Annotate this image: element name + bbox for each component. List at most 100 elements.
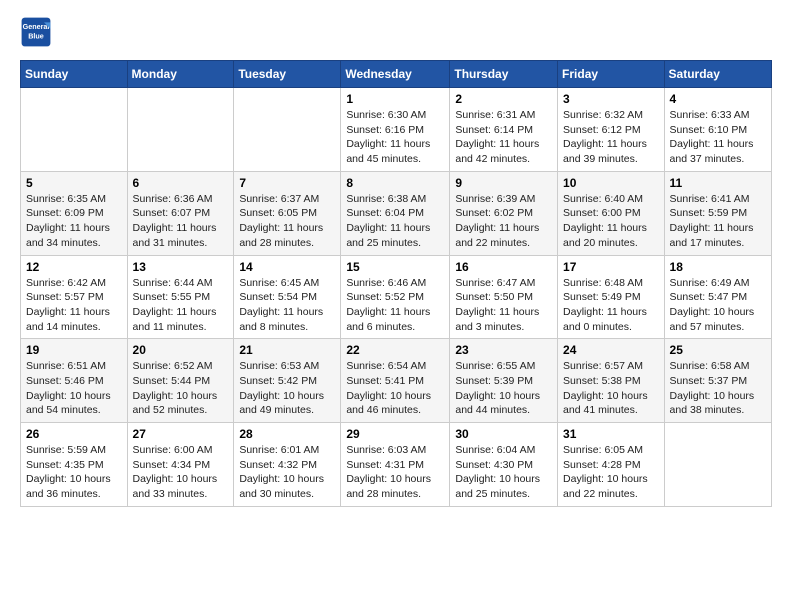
calendar-cell: 8 Sunrise: 6:38 AM Sunset: 6:04 PM Daylig… — [341, 171, 450, 255]
day-number: 27 — [133, 427, 229, 441]
logo-icon: General Blue — [20, 16, 52, 48]
day-number: 3 — [563, 92, 659, 106]
calendar-cell — [127, 88, 234, 172]
calendar-cell — [664, 423, 771, 507]
day-number: 5 — [26, 176, 122, 190]
day-number: 28 — [239, 427, 335, 441]
day-number: 21 — [239, 343, 335, 357]
day-number: 22 — [346, 343, 444, 357]
calendar-cell: 2Sunrise: 6:31 AM Sunset: 6:14 PM Daylig… — [450, 88, 558, 172]
day-info: Sunrise: 6:03 AM Sunset: 4:31 PM Dayligh… — [346, 443, 444, 502]
calendar-cell: 11 Sunrise: 6:41 AM Sunset: 5:59 PM Dayli… — [664, 171, 771, 255]
day-info: Sunrise: 6:05 AM Sunset: 4:28 PM Dayligh… — [563, 443, 659, 502]
calendar-cell: 7 Sunrise: 6:37 AM Sunset: 6:05 PM Daylig… — [234, 171, 341, 255]
day-info: Sunrise: 6:32 AM Sunset: 6:12 PM Dayligh… — [563, 108, 659, 167]
day-number: 30 — [455, 427, 552, 441]
day-number: 20 — [133, 343, 229, 357]
day-number: 31 — [563, 427, 659, 441]
day-info: Sunrise: 6:55 AM Sunset: 5:39 PM Dayligh… — [455, 359, 552, 418]
day-number: 23 — [455, 343, 552, 357]
week-row-4: 19 Sunrise: 6:51 AM Sunset: 5:46 PM Dayli… — [21, 339, 772, 423]
calendar-cell — [234, 88, 341, 172]
day-number: 7 — [239, 176, 335, 190]
calendar-cell: 13 Sunrise: 6:44 AM Sunset: 5:55 PM Dayli… — [127, 255, 234, 339]
day-number: 15 — [346, 260, 444, 274]
day-info: Sunrise: 6:46 AM Sunset: 5:52 PM Dayligh… — [346, 276, 444, 335]
day-number: 2 — [455, 92, 552, 106]
week-row-5: 26Sunrise: 5:59 AM Sunset: 4:35 PM Dayli… — [21, 423, 772, 507]
calendar-cell: 26Sunrise: 5:59 AM Sunset: 4:35 PM Dayli… — [21, 423, 128, 507]
weekday-header-tuesday: Tuesday — [234, 61, 341, 88]
day-info: Sunrise: 6:37 AM Sunset: 6:05 PM Dayligh… — [239, 192, 335, 251]
day-info: Sunrise: 6:44 AM Sunset: 5:55 PM Dayligh… — [133, 276, 229, 335]
calendar-cell: 4 Sunrise: 6:33 AM Sunset: 6:10 PM Daylig… — [664, 88, 771, 172]
calendar-cell: 22 Sunrise: 6:54 AM Sunset: 5:41 PM Dayli… — [341, 339, 450, 423]
day-number: 18 — [670, 260, 766, 274]
calendar-cell: 18 Sunrise: 6:49 AM Sunset: 5:47 PM Dayli… — [664, 255, 771, 339]
day-number: 9 — [455, 176, 552, 190]
calendar-cell: 27Sunrise: 6:00 AM Sunset: 4:34 PM Dayli… — [127, 423, 234, 507]
day-number: 4 — [670, 92, 766, 106]
day-number: 19 — [26, 343, 122, 357]
day-info: Sunrise: 6:41 AM Sunset: 5:59 PM Dayligh… — [670, 192, 766, 251]
weekday-header-monday: Monday — [127, 61, 234, 88]
day-number: 14 — [239, 260, 335, 274]
day-info: Sunrise: 6:49 AM Sunset: 5:47 PM Dayligh… — [670, 276, 766, 335]
weekday-header-row: SundayMondayTuesdayWednesdayThursdayFrid… — [21, 61, 772, 88]
calendar-cell: 23 Sunrise: 6:55 AM Sunset: 5:39 PM Dayli… — [450, 339, 558, 423]
day-info: Sunrise: 6:47 AM Sunset: 5:50 PM Dayligh… — [455, 276, 552, 335]
header: General Blue — [20, 16, 772, 48]
day-info: Sunrise: 6:42 AM Sunset: 5:57 PM Dayligh… — [26, 276, 122, 335]
day-number: 10 — [563, 176, 659, 190]
day-number: 6 — [133, 176, 229, 190]
calendar-cell: 19 Sunrise: 6:51 AM Sunset: 5:46 PM Dayli… — [21, 339, 128, 423]
weekday-header-thursday: Thursday — [450, 61, 558, 88]
calendar-cell: 9 Sunrise: 6:39 AM Sunset: 6:02 PM Daylig… — [450, 171, 558, 255]
calendar-cell: 5 Sunrise: 6:35 AM Sunset: 6:09 PM Daylig… — [21, 171, 128, 255]
calendar-cell: 3 Sunrise: 6:32 AM Sunset: 6:12 PM Daylig… — [558, 88, 665, 172]
day-info: Sunrise: 6:54 AM Sunset: 5:41 PM Dayligh… — [346, 359, 444, 418]
calendar-cell: 1Sunrise: 6:30 AM Sunset: 6:16 PM Daylig… — [341, 88, 450, 172]
day-number: 25 — [670, 343, 766, 357]
calendar-cell: 30 Sunrise: 6:04 AM Sunset: 4:30 PM Dayli… — [450, 423, 558, 507]
svg-text:Blue: Blue — [28, 31, 44, 40]
day-info: Sunrise: 6:40 AM Sunset: 6:00 PM Dayligh… — [563, 192, 659, 251]
calendar-cell: 21Sunrise: 6:53 AM Sunset: 5:42 PM Dayli… — [234, 339, 341, 423]
calendar-cell: 6 Sunrise: 6:36 AM Sunset: 6:07 PM Daylig… — [127, 171, 234, 255]
weekday-header-sunday: Sunday — [21, 61, 128, 88]
day-number: 16 — [455, 260, 552, 274]
day-info: Sunrise: 6:51 AM Sunset: 5:46 PM Dayligh… — [26, 359, 122, 418]
calendar-cell: 17Sunrise: 6:48 AM Sunset: 5:49 PM Dayli… — [558, 255, 665, 339]
day-number: 12 — [26, 260, 122, 274]
week-row-3: 12 Sunrise: 6:42 AM Sunset: 5:57 PM Dayli… — [21, 255, 772, 339]
day-number: 29 — [346, 427, 444, 441]
day-info: Sunrise: 6:38 AM Sunset: 6:04 PM Dayligh… — [346, 192, 444, 251]
day-number: 11 — [670, 176, 766, 190]
day-info: Sunrise: 6:52 AM Sunset: 5:44 PM Dayligh… — [133, 359, 229, 418]
calendar: SundayMondayTuesdayWednesdayThursdayFrid… — [20, 60, 772, 507]
calendar-cell: 16 Sunrise: 6:47 AM Sunset: 5:50 PM Dayli… — [450, 255, 558, 339]
day-info: Sunrise: 6:35 AM Sunset: 6:09 PM Dayligh… — [26, 192, 122, 251]
calendar-cell: 29 Sunrise: 6:03 AM Sunset: 4:31 PM Dayli… — [341, 423, 450, 507]
logo: General Blue — [20, 16, 56, 48]
day-number: 13 — [133, 260, 229, 274]
calendar-cell: 20 Sunrise: 6:52 AM Sunset: 5:44 PM Dayli… — [127, 339, 234, 423]
page-container: General Blue SundayMondayTuesdayWednesda… — [0, 0, 792, 523]
calendar-cell: 10 Sunrise: 6:40 AM Sunset: 6:00 PM Dayli… — [558, 171, 665, 255]
calendar-cell: 14 Sunrise: 6:45 AM Sunset: 5:54 PM Dayli… — [234, 255, 341, 339]
week-row-2: 5 Sunrise: 6:35 AM Sunset: 6:09 PM Daylig… — [21, 171, 772, 255]
day-info: Sunrise: 6:33 AM Sunset: 6:10 PM Dayligh… — [670, 108, 766, 167]
day-info: Sunrise: 6:36 AM Sunset: 6:07 PM Dayligh… — [133, 192, 229, 251]
day-number: 26 — [26, 427, 122, 441]
weekday-header-wednesday: Wednesday — [341, 61, 450, 88]
calendar-cell: 28Sunrise: 6:01 AM Sunset: 4:32 PM Dayli… — [234, 423, 341, 507]
weekday-header-saturday: Saturday — [664, 61, 771, 88]
day-info: Sunrise: 6:04 AM Sunset: 4:30 PM Dayligh… — [455, 443, 552, 502]
day-info: Sunrise: 6:39 AM Sunset: 6:02 PM Dayligh… — [455, 192, 552, 251]
calendar-cell: 31 Sunrise: 6:05 AM Sunset: 4:28 PM Dayli… — [558, 423, 665, 507]
day-info: Sunrise: 6:58 AM Sunset: 5:37 PM Dayligh… — [670, 359, 766, 418]
calendar-cell: 24Sunrise: 6:57 AM Sunset: 5:38 PM Dayli… — [558, 339, 665, 423]
day-info: Sunrise: 6:57 AM Sunset: 5:38 PM Dayligh… — [563, 359, 659, 418]
day-info: Sunrise: 6:45 AM Sunset: 5:54 PM Dayligh… — [239, 276, 335, 335]
day-number: 8 — [346, 176, 444, 190]
